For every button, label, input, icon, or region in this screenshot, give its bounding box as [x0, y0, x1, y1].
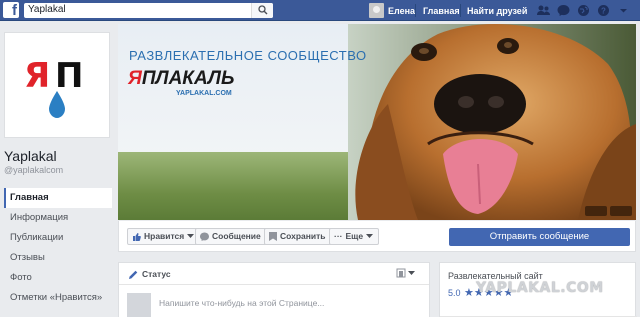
- rating-value: 5.0: [448, 288, 461, 298]
- page-logo: Я П: [11, 39, 103, 131]
- friend-requests-icon[interactable]: [536, 3, 551, 18]
- pencil-icon: [129, 270, 138, 279]
- more-dots-icon: ···: [334, 231, 343, 241]
- chevron-down-icon[interactable]: [616, 3, 631, 18]
- profile-link[interactable]: Елена: [369, 3, 415, 18]
- save-button[interactable]: Сохранить: [264, 228, 332, 245]
- divider: [415, 4, 416, 17]
- cover-title: РАЗВЛЕКАТЕЛЬНОЕ СООБЩЕСТВО: [129, 48, 367, 63]
- help-icon[interactable]: ?: [596, 3, 611, 18]
- message-button-label: Сообщение: [212, 231, 261, 241]
- nav-item-info[interactable]: Информация: [4, 208, 112, 228]
- page-selector-icon: [396, 268, 406, 278]
- chevron-down-icon: [366, 234, 374, 238]
- cover-more-button[interactable]: [610, 206, 632, 216]
- message-button[interactable]: Сообщение: [195, 228, 267, 245]
- cover-url: YAPLAKAL.COM: [176, 90, 232, 97]
- more-button-label: Еще: [345, 231, 364, 241]
- cover-brand-accent: Я: [128, 68, 142, 89]
- nav-item-reviews[interactable]: Отзывы: [4, 248, 112, 268]
- page-title[interactable]: Yaplakal: [4, 148, 57, 164]
- post-composer: Статус Напишите что-нибудь на этой Стран…: [118, 262, 430, 317]
- cover-brand: ЯПЛАКАЛЬ: [128, 68, 234, 90]
- cover-action-button[interactable]: [585, 206, 607, 216]
- composer-header: Статус: [119, 263, 429, 285]
- nav-item-photos[interactable]: Фото: [4, 268, 112, 288]
- cover-brand-rest: ПЛАКАЛЬ: [141, 68, 235, 89]
- avatar: [127, 293, 151, 317]
- svg-text:?: ?: [601, 7, 606, 16]
- facebook-logo-icon[interactable]: f: [3, 2, 19, 18]
- nav-item-posts[interactable]: Публикации: [4, 228, 112, 248]
- like-button-label: Нравится: [144, 231, 185, 241]
- user-name: Елена: [388, 5, 416, 16]
- page-action-bar: Нравится Сообщение Сохранить ··· Еще Отп…: [118, 221, 636, 252]
- svg-text:П: П: [55, 56, 83, 96]
- page-profile-picture[interactable]: Я П: [4, 32, 110, 138]
- yaplakal-logo-icon: Я П: [24, 56, 89, 118]
- svg-text:Я: Я: [24, 56, 50, 96]
- nav-item-home[interactable]: Главная: [4, 188, 112, 208]
- search-box[interactable]: Yaplakal: [24, 3, 273, 18]
- messenger-icon: [200, 232, 209, 241]
- chevron-down-icon: [187, 234, 195, 238]
- thumbs-up-icon: [133, 233, 141, 241]
- cover-hills: [118, 152, 378, 220]
- search-input[interactable]: Yaplakal: [28, 4, 66, 15]
- search-button[interactable]: [251, 3, 273, 18]
- like-button[interactable]: Нравится: [127, 228, 201, 245]
- avatar: [369, 3, 384, 18]
- globe-icon[interactable]: [576, 3, 591, 18]
- top-navigation-bar: f Yaplakal Елена Главная Найти друзей ?: [0, 0, 640, 21]
- cover-photo[interactable]: РАЗВЛЕКАТЕЛЬНОЕ СООБЩЕСТВО ЯПЛАКАЛЬ YAPL…: [118, 24, 636, 220]
- page-navigation: Главная Информация Публикации Отзывы Фот…: [4, 188, 112, 308]
- page-handle[interactable]: @yaplakalcom: [4, 165, 63, 175]
- save-button-label: Сохранить: [280, 231, 326, 241]
- nav-item-likes[interactable]: Отметки «Нравится»: [4, 288, 112, 308]
- bookmark-icon: [269, 232, 277, 241]
- dog-photo: [348, 24, 636, 220]
- messages-icon[interactable]: [556, 3, 571, 18]
- tab-status-label: Статус: [142, 269, 171, 279]
- find-friends-link[interactable]: Найти друзей: [467, 6, 527, 16]
- send-message-button[interactable]: Отправить сообщение: [449, 228, 630, 246]
- divider: [460, 4, 461, 17]
- tab-status[interactable]: Статус: [129, 269, 171, 279]
- composer-input[interactable]: Напишите что-нибудь на этой Странице...: [159, 298, 324, 308]
- more-button[interactable]: ··· Еще: [329, 228, 380, 245]
- chevron-down-icon: [408, 270, 415, 275]
- watermark: YAPLAKAL.COM: [476, 280, 604, 296]
- composer-options[interactable]: [396, 268, 415, 278]
- home-link[interactable]: Главная: [423, 6, 460, 16]
- search-icon: [258, 5, 268, 15]
